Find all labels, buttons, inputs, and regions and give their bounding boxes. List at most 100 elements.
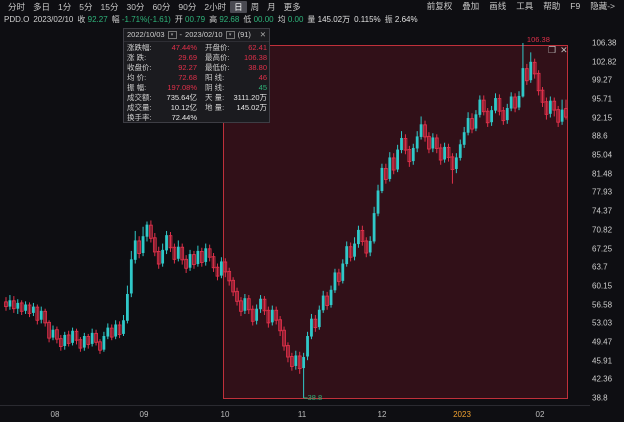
candle[interactable] (8, 295, 12, 310)
candle[interactable] (168, 232, 173, 252)
candle[interactable] (27, 302, 32, 318)
candle[interactable] (505, 103, 509, 124)
toolbar-menu-item[interactable]: 画线 (484, 0, 511, 12)
candle[interactable] (259, 295, 262, 313)
candle[interactable] (141, 226, 145, 257)
candle[interactable] (270, 305, 274, 326)
candle[interactable] (462, 126, 466, 148)
candle[interactable] (431, 133, 435, 153)
candle[interactable] (63, 331, 67, 350)
candle[interactable] (188, 249, 192, 271)
candle[interactable] (122, 315, 125, 337)
candle[interactable] (297, 351, 302, 374)
candle[interactable] (43, 308, 48, 327)
candle[interactable] (109, 324, 114, 341)
candle[interactable] (176, 240, 180, 262)
candle[interactable] (434, 134, 439, 154)
candle[interactable] (156, 246, 161, 269)
candle[interactable] (152, 233, 157, 257)
candle[interactable] (180, 243, 185, 265)
candle[interactable] (466, 112, 470, 136)
candle[interactable] (98, 339, 102, 354)
candle[interactable] (540, 87, 545, 107)
candle[interactable] (384, 163, 388, 184)
candle[interactable] (313, 315, 318, 332)
candle[interactable] (66, 330, 71, 347)
period-tab[interactable]: 5分 (75, 1, 96, 13)
candle[interactable] (380, 163, 384, 194)
candle[interactable] (521, 43, 525, 98)
candle[interactable] (450, 153, 455, 184)
candle[interactable] (274, 306, 279, 325)
candle[interactable] (337, 268, 341, 286)
candle[interactable] (106, 323, 110, 340)
candle[interactable] (438, 143, 443, 165)
candle[interactable] (353, 237, 356, 261)
candle[interactable] (51, 325, 55, 341)
candle[interactable] (302, 352, 306, 398)
candle[interactable] (86, 333, 91, 349)
candle[interactable] (16, 299, 20, 314)
candle[interactable] (55, 326, 59, 344)
candle[interactable] (368, 236, 372, 257)
candle[interactable] (294, 350, 298, 370)
calendar-icon[interactable]: ▾ (167, 31, 177, 39)
candle[interactable] (117, 321, 122, 339)
period-tab[interactable]: 60分 (148, 1, 174, 13)
candle[interactable] (74, 328, 79, 345)
candle[interactable] (184, 255, 188, 273)
candle[interactable] (239, 297, 243, 317)
candle[interactable] (470, 113, 474, 134)
candle[interactable] (215, 263, 220, 281)
candle[interactable] (400, 131, 403, 154)
candle[interactable] (204, 243, 208, 266)
candle[interactable] (325, 291, 329, 310)
candle[interactable] (360, 225, 365, 246)
candle[interactable] (536, 70, 541, 96)
candle[interactable] (137, 236, 141, 259)
candle[interactable] (286, 342, 290, 363)
candle[interactable] (125, 285, 129, 324)
candle[interactable] (556, 105, 561, 127)
candle[interactable] (227, 267, 232, 286)
candle[interactable] (4, 297, 8, 311)
calendar-icon[interactable]: ▾ (225, 31, 235, 39)
candle[interactable] (388, 152, 392, 182)
candle[interactable] (529, 52, 533, 83)
candle[interactable] (357, 225, 360, 248)
candle[interactable] (161, 243, 165, 267)
candle[interactable] (564, 99, 568, 120)
candle[interactable] (211, 253, 216, 272)
candle[interactable] (19, 300, 24, 316)
candle[interactable] (411, 143, 415, 165)
candle[interactable] (246, 295, 251, 314)
candle[interactable] (423, 120, 427, 142)
candle[interactable] (235, 287, 239, 306)
candle[interactable] (219, 257, 223, 279)
candle[interactable] (255, 304, 259, 325)
candle[interactable] (90, 328, 94, 347)
toolbar-menu-item[interactable]: F9 (565, 0, 585, 12)
candle[interactable] (133, 230, 137, 264)
candle[interactable] (372, 206, 376, 244)
candle[interactable] (544, 97, 549, 120)
candle[interactable] (250, 305, 255, 326)
candle[interactable] (509, 92, 513, 112)
candlestick-chart[interactable] (0, 27, 590, 405)
candle[interactable] (497, 94, 502, 116)
candle[interactable] (517, 91, 521, 111)
candle[interactable] (391, 153, 396, 175)
candle[interactable] (114, 320, 118, 340)
candle[interactable] (333, 268, 337, 293)
period-tab[interactable]: 周 (247, 1, 264, 13)
candle[interactable] (454, 153, 458, 174)
candle[interactable] (364, 237, 369, 258)
candle[interactable] (474, 110, 478, 132)
period-tab[interactable]: 日 (230, 0, 247, 13)
candle[interactable] (427, 132, 431, 154)
candle[interactable] (458, 139, 462, 161)
candle[interactable] (481, 95, 486, 116)
period-tab[interactable]: 分时 (4, 1, 29, 13)
close-icon[interactable]: ✕ (260, 29, 266, 41)
candle[interactable] (58, 334, 63, 351)
